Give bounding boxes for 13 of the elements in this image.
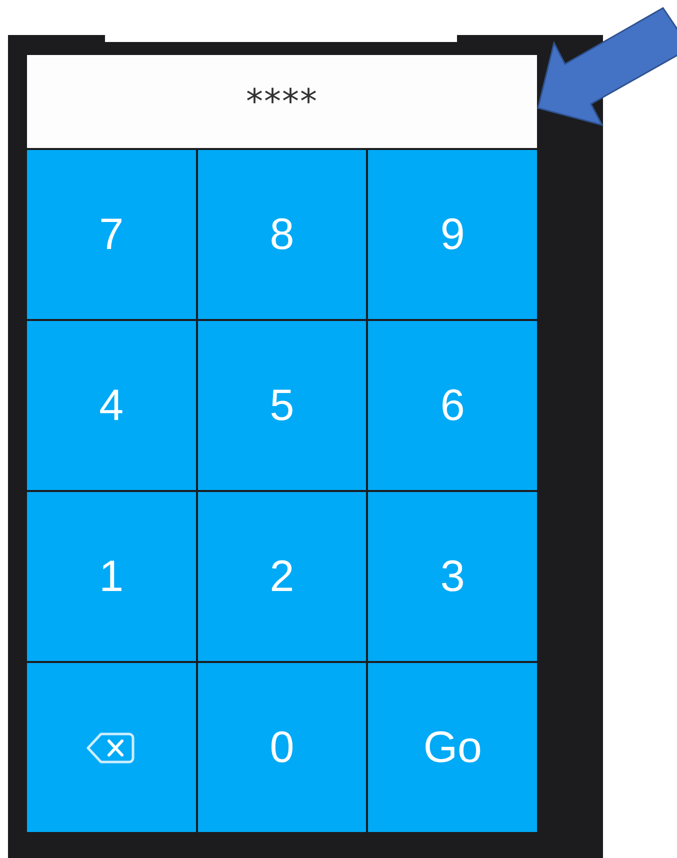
go-button[interactable]: Go <box>368 663 537 832</box>
digit-key[interactable]: 0 <box>198 663 366 832</box>
digit-key[interactable]: 1 <box>27 492 196 661</box>
digit-key[interactable]: 5 <box>198 321 366 490</box>
backspace-key[interactable] <box>27 663 196 832</box>
digit-key[interactable]: 6 <box>368 321 537 490</box>
digit-key[interactable]: 8 <box>198 150 366 319</box>
digit-key[interactable]: 4 <box>27 321 196 490</box>
passcode-field[interactable]: **** <box>27 55 537 148</box>
digit-key[interactable]: 7 <box>27 150 196 319</box>
digit-key[interactable]: 2 <box>198 492 366 661</box>
digit-key[interactable]: 3 <box>368 492 537 661</box>
digit-key[interactable]: 9 <box>368 150 537 319</box>
